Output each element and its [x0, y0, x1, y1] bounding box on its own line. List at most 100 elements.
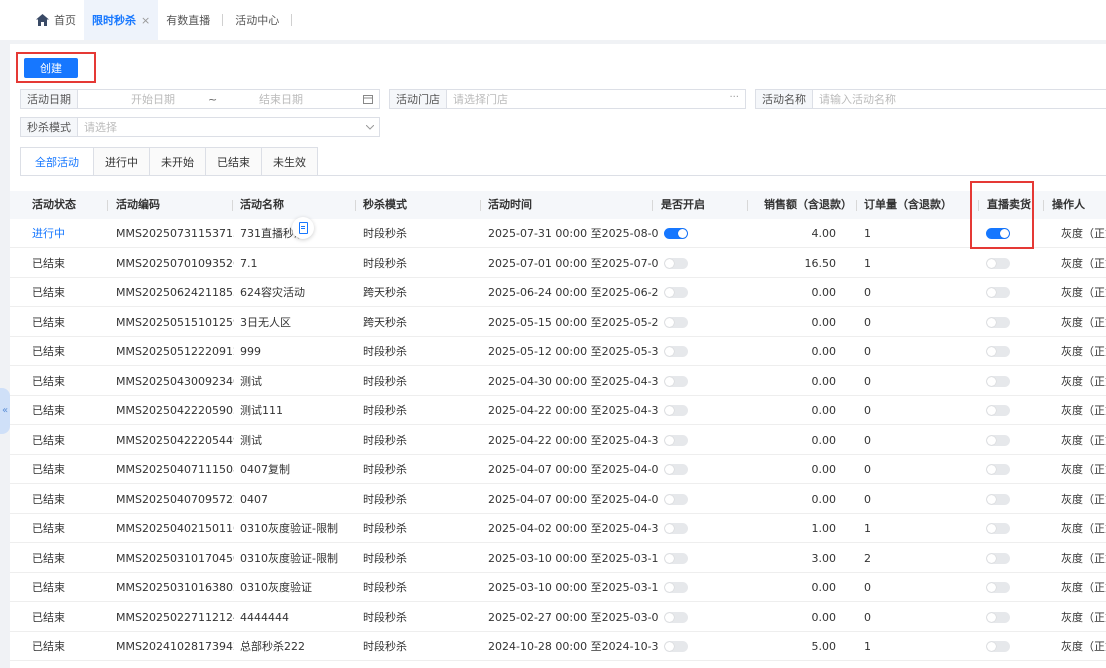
table-row[interactable]: 已结束 MMS20250227112124 6... 4444444 时段秒杀 2025…: [10, 603, 1106, 632]
close-icon[interactable]: ×: [141, 14, 150, 27]
mode-label: 秒杀模式: [21, 118, 78, 136]
enabled-toggle[interactable]: [664, 552, 688, 564]
live-selling-toggle[interactable]: [986, 257, 1010, 269]
enabled-toggle[interactable]: [664, 375, 688, 387]
code-cell: MMS20250701093526O...: [116, 256, 234, 270]
tab-activity-center[interactable]: 活动中心: [227, 0, 287, 40]
chevron-down-icon: [366, 125, 374, 130]
code-cell: MMS20250512220912O...: [116, 345, 234, 358]
operator-cell: 灰度（正式: [1061, 551, 1106, 565]
sales-cell: 0.00: [811, 286, 837, 299]
copy-icon[interactable]: [292, 217, 314, 239]
live-selling-toggle[interactable]: [986, 464, 1010, 475]
table-row[interactable]: 进行中MMS20250731153713B...731直播秒杀时段秒杀2025-…: [10, 219, 1106, 248]
sales-cell: 0.00: [811, 374, 837, 388]
table-row[interactable]: 已结束 MMS20250512220912O... 999 时段秒杀 2025-05-1…: [10, 337, 1106, 366]
code-cell: MMS20241028173942E...: [116, 640, 234, 653]
enabled-toggle[interactable]: [664, 346, 688, 357]
operator-cell: 灰度（正式: [1061, 256, 1106, 270]
col-orders: 订单量（含退款）: [864, 198, 952, 211]
live-selling-toggle[interactable]: [986, 493, 1010, 505]
table-row[interactable]: 已结束 MMS20250624211855 7... 624容灾活动 跨天秒杀 2025…: [10, 278, 1106, 307]
operator-cell: 灰度（正式: [1061, 404, 1106, 417]
orders-cell: 1: [864, 640, 871, 653]
name-cell: 999: [240, 345, 261, 358]
live-selling-toggle[interactable]: [986, 611, 1010, 623]
more-icon[interactable]: ···: [729, 92, 739, 103]
table-header: 活动状态 活动编码 活动名称 秒杀模式 活动时间 是否开启 销售额（含退款） 订…: [10, 191, 1106, 219]
table-row[interactable]: 已结束 MMS20241028173942E... 总部秒杀222 时段秒杀 2024-…: [10, 632, 1106, 661]
enabled-toggle[interactable]: [664, 523, 688, 534]
live-selling-toggle[interactable]: [986, 287, 1010, 298]
name-cell: 0310灰度验证-限制: [240, 551, 338, 565]
enabled-toggle[interactable]: [664, 582, 688, 593]
enabled-toggle[interactable]: [664, 287, 688, 298]
enabled-toggle[interactable]: [664, 257, 688, 269]
enabled-toggle[interactable]: [664, 611, 688, 623]
enabled-toggle[interactable]: [664, 493, 688, 505]
mode-field[interactable]: 秒杀模式 请选择: [20, 117, 380, 137]
col-divider: [856, 200, 857, 211]
col-enabled: 是否开启: [661, 198, 705, 211]
enabled-toggle[interactable]: [664, 641, 688, 652]
table-row[interactable]: 已结束 MMS20250422205903 9... 测试111 时段秒杀 2025-0…: [10, 396, 1106, 425]
live-selling-toggle[interactable]: [986, 434, 1010, 446]
operator-cell: 灰度（正式: [1061, 433, 1106, 447]
name-field: 活动名称 请输入活动名称: [755, 89, 1106, 109]
enabled-toggle[interactable]: [664, 228, 688, 239]
main-panel: 创建 活动日期 开始日期 ~ 结束日期 活动门店 请选择门店 ··· 活动名称 …: [10, 44, 1106, 668]
orders-cell: 2: [864, 551, 871, 565]
sidebar-collapse-button[interactable]: «: [0, 388, 10, 434]
tab-flash-sale[interactable]: 限时秒杀 ×: [84, 0, 159, 40]
table-row[interactable]: 已结束 MMS20250407095722C... 0407 时段秒杀 2025-04-…: [10, 485, 1106, 514]
tab-all[interactable]: 全部活动: [21, 148, 94, 176]
enabled-toggle[interactable]: [664, 434, 688, 446]
calendar-icon[interactable]: [363, 94, 373, 104]
mode-select[interactable]: 请选择: [78, 119, 117, 135]
tab-ended[interactable]: 已结束: [206, 148, 262, 176]
orders-cell: 0: [864, 345, 871, 358]
live-selling-toggle[interactable]: [986, 641, 1010, 652]
live-selling-toggle[interactable]: [986, 405, 1010, 416]
live-selling-toggle[interactable]: [986, 375, 1010, 387]
table-row[interactable]: 已结束 MMS20250310163802A... 0310灰度验证 时段秒杀 2025…: [10, 573, 1106, 602]
live-selling-toggle[interactable]: [986, 346, 1010, 357]
time-cell: 2025-04-07 00:00 至2025-04-07 23:59: [488, 492, 658, 506]
table-row[interactable]: 已结束 MMS20250310170450E... 0310灰度验证-限制 时段秒杀 2…: [10, 544, 1106, 573]
time-cell: 2025-07-31 00:00 至2025-08-09 23:59: [488, 227, 658, 240]
sales-cell: 0.00: [811, 463, 837, 476]
enabled-toggle[interactable]: [664, 405, 688, 416]
operator-cell: 灰度（正式: [1061, 463, 1106, 476]
name-cell: 7.1: [240, 256, 258, 270]
create-button[interactable]: 创建: [24, 58, 78, 78]
table-row[interactable]: 已结束 MMS20250422205449 2... 测试 时段秒杀 2025-04-2…: [10, 426, 1106, 455]
sales-cell: 0.00: [811, 404, 837, 417]
name-input[interactable]: 请输入活动名称: [813, 91, 896, 107]
live-selling-toggle[interactable]: [986, 582, 1010, 593]
sales-cell: 0.00: [811, 581, 837, 594]
status-cell: 已结束: [32, 286, 65, 299]
tab-in-progress[interactable]: 进行中: [94, 148, 150, 176]
live-selling-toggle[interactable]: [986, 552, 1010, 564]
table-row[interactable]: 已结束 MMS20250402150116 7... 0310灰度验证-限制 时段秒杀…: [10, 514, 1106, 543]
date-end-input[interactable]: 结束日期: [253, 91, 303, 107]
date-start-input[interactable]: 开始日期: [125, 91, 175, 107]
table-row[interactable]: 已结束 MMS20250515101259 4... 3日无人区 跨天秒杀 2025-0…: [10, 308, 1106, 337]
live-selling-toggle[interactable]: [986, 316, 1010, 328]
tab-live[interactable]: 有数直播: [158, 0, 218, 40]
store-input[interactable]: 请选择门店: [447, 91, 508, 107]
sales-cell: 0.00: [811, 315, 837, 329]
table-row[interactable]: 已结束 MMS20250430092340F... 测试 时段秒杀 2025-04-30…: [10, 367, 1106, 396]
table-row[interactable]: 已结束 MMS20250407111508E... 0407复制 时段秒杀 2025-0…: [10, 455, 1106, 484]
tab-home[interactable]: 首页: [28, 0, 84, 40]
tab-not-started[interactable]: 未开始: [150, 148, 206, 176]
table-row[interactable]: 已结束 MMS20250701093526O... 7.1 时段秒杀 2025-07-0…: [10, 249, 1106, 278]
mode-cell: 时段秒杀: [363, 404, 407, 417]
tab-not-effective[interactable]: 未生效: [262, 148, 317, 176]
enabled-toggle[interactable]: [664, 464, 688, 475]
name-cell: 0310灰度验证: [240, 581, 312, 594]
enabled-toggle[interactable]: [664, 316, 688, 328]
code-cell: MMS20250422205903 9...: [116, 404, 234, 417]
store-field[interactable]: 活动门店 请选择门店 ···: [389, 89, 746, 109]
live-selling-toggle[interactable]: [986, 523, 1010, 534]
